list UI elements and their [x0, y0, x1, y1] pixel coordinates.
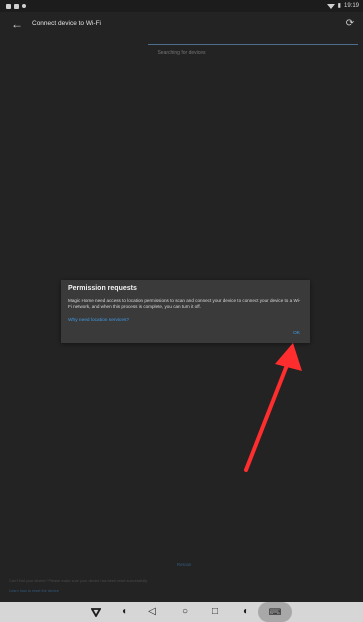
down-triangle-icon[interactable] [86, 602, 106, 622]
scan-progress-line [148, 44, 358, 45]
volume-up-icon[interactable]: ◐ [239, 602, 253, 622]
location-services-link[interactable]: Why need location services? [68, 318, 129, 323]
recents-icon[interactable]: □ [208, 602, 222, 622]
volume-icon[interactable]: ◖ [117, 602, 131, 622]
down-triangle-icon-svg [91, 607, 101, 617]
rescan-button[interactable]: Rescan [177, 562, 191, 567]
android-screen: ▮ 19:19 ← Connect device to Wi-Fi ⟳ Sear… [0, 0, 363, 622]
notification-square-icon [14, 3, 19, 9]
searching-status: Searching for devices [157, 50, 206, 56]
ok-button[interactable]: OK [293, 331, 300, 336]
status-icons-right: ▮ 19:19 [326, 0, 359, 12]
notification-square-icon [6, 3, 11, 9]
dialog-title: Permission requests [68, 285, 137, 292]
status-icons-left [6, 0, 26, 12]
battery-icon: ▮ [337, 3, 341, 9]
back-icon[interactable]: ◁ [145, 602, 159, 622]
keyboard-icon: ⌨ [268, 607, 282, 617]
status-bar: ▮ 19:19 [0, 0, 363, 12]
page-title: Connect device to Wi-Fi [32, 20, 101, 27]
home-icon[interactable]: ○ [178, 602, 192, 622]
notification-dot-icon [22, 4, 26, 8]
arrow-head-icon [275, 343, 302, 371]
refresh-icon[interactable]: ⟳ [343, 17, 357, 31]
status-time: 19:19 [343, 3, 359, 9]
app-bar: ← Connect device to Wi-Fi ⟳ [0, 12, 363, 36]
arrow-shaft [244, 358, 291, 472]
wifi-icon [326, 3, 335, 9]
reset-help-link[interactable]: Learn how to reset the device [9, 589, 59, 593]
permission-dialog: Permission requests Magic Home need acce… [61, 280, 310, 343]
dialog-message: Magic Home need access to location permi… [68, 298, 301, 309]
back-arrow-icon[interactable]: ← [9, 16, 25, 32]
help-text: Can't find your device? Please make sure… [9, 579, 148, 583]
system-navigation-bar: ◖ ◁ ○ □ ◐ ⌨ [0, 602, 363, 622]
footer: Rescan Can't find your device? Please ma… [0, 559, 363, 599]
